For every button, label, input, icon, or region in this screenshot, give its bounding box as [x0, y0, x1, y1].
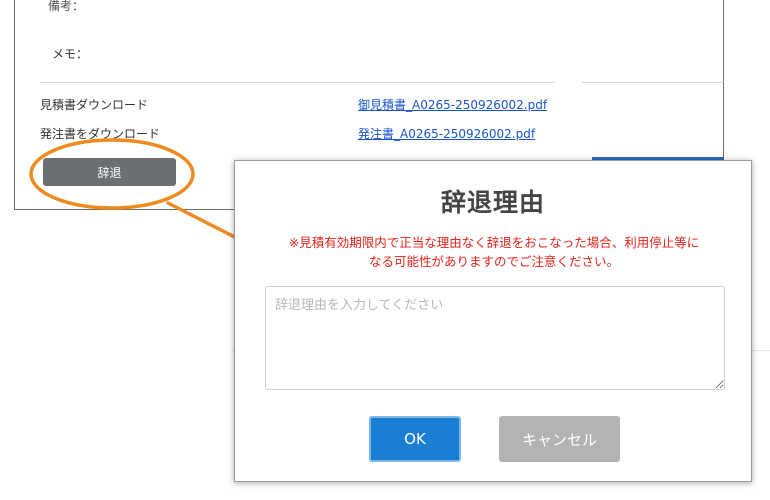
dialog-title: 辞退理由	[440, 188, 545, 217]
quote-file-link[interactable]: 御見積書_A0265-250926002.pdf	[358, 96, 547, 113]
divider	[582, 82, 724, 83]
order-download-label: 発注書をダウンロード	[40, 127, 161, 141]
warning-line-2: なる可能性がありますのでご注意ください。	[368, 254, 619, 269]
remarks-label: 備考：	[48, 0, 85, 13]
decline-reason-input[interactable]	[265, 286, 725, 390]
cancel-button[interactable]: キャンセル	[499, 416, 620, 462]
decline-reason-dialog: 辞退理由 ※見積有効期限内で正当な理由なく辞退をおこなった場合、利用停止等に な…	[234, 160, 752, 482]
warning-line-1: ※見積有効期限内で正当な理由なく辞退をおこなった場合、利用停止等に	[288, 235, 700, 250]
ok-button[interactable]: OK	[369, 416, 461, 462]
quote-download-label: 見積書ダウンロード	[40, 98, 149, 112]
decline-button[interactable]: 辞退	[43, 158, 176, 186]
order-file-link[interactable]: 発注書_A0265-250926002.pdf	[358, 125, 535, 142]
dialog-warning: ※見積有効期限内で正当な理由なく辞退をおこなった場合、利用停止等に なる可能性が…	[257, 233, 731, 271]
divider	[40, 82, 555, 83]
memo-label: メモ：	[52, 47, 89, 61]
